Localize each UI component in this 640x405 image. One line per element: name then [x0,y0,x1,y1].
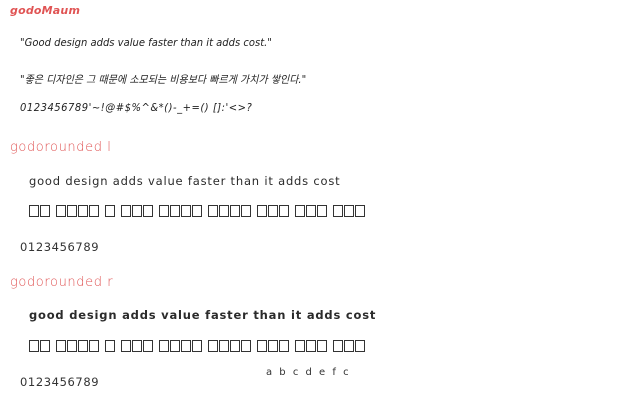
missing-glyph-box [143,205,153,217]
sample-korean-l [29,205,365,217]
missing-glyph-word [333,205,365,217]
missing-glyph-word [159,205,202,217]
missing-glyph-word [29,205,50,217]
missing-glyph-box [306,340,316,352]
missing-glyph-box [208,340,218,352]
font-title-godorounded-l: godorounded l [10,140,112,155]
missing-glyph-box [306,205,316,217]
missing-glyph-word [105,205,115,217]
sample-letters-r: a b c d e f c [266,367,351,378]
missing-glyph-box [333,205,343,217]
missing-glyph-word [56,205,99,217]
missing-glyph-word [257,205,289,217]
sample-english-r: good design adds value faster than it ad… [29,308,377,322]
sample-symbols: 0123456789'~!@#$%^&*()-_+=() []:'<>? [20,102,253,115]
missing-glyph-word [333,340,365,352]
missing-glyph-box [67,205,77,217]
missing-glyph-box [56,340,66,352]
sample-korean-quote: "좋은 디자인은 그 때문에 소모되는 비용보다 빠르게 가치가 쌓인다." [20,74,307,87]
missing-glyph-box [181,205,191,217]
missing-glyph-box [355,340,365,352]
missing-glyph-box [170,340,180,352]
missing-glyph-box [208,205,218,217]
missing-glyph-box [40,205,50,217]
missing-glyph-box [344,340,354,352]
font-title-godomaum: godoMaum [10,4,81,17]
missing-glyph-box [295,340,305,352]
sample-digits-r: 0123456789 [20,375,100,389]
missing-glyph-box [121,340,131,352]
missing-glyph-box [192,205,202,217]
sample-korean-r [29,340,365,352]
missing-glyph-box [56,205,66,217]
missing-glyph-box [121,205,131,217]
missing-glyph-box [78,340,88,352]
missing-glyph-box [279,340,289,352]
missing-glyph-box [159,205,169,217]
missing-glyph-box [105,340,115,352]
font-title-godorounded-r: godorounded r [10,275,114,290]
sample-english-l: good design adds value faster than it ad… [29,174,341,188]
missing-glyph-word [208,340,251,352]
missing-glyph-word [208,205,251,217]
missing-glyph-box [29,205,39,217]
missing-glyph-box [230,340,240,352]
missing-glyph-box [317,205,327,217]
missing-glyph-box [40,340,50,352]
missing-glyph-word [121,340,153,352]
missing-glyph-box [241,205,251,217]
missing-glyph-word [159,340,202,352]
missing-glyph-box [344,205,354,217]
missing-glyph-box [143,340,153,352]
missing-glyph-box [279,205,289,217]
missing-glyph-box [105,205,115,217]
missing-glyph-box [78,205,88,217]
sample-english-quote: "Good design adds value faster than it a… [20,37,272,50]
missing-glyph-box [219,205,229,217]
missing-glyph-box [181,340,191,352]
missing-glyph-box [295,205,305,217]
missing-glyph-box [67,340,77,352]
missing-glyph-box [159,340,169,352]
missing-glyph-box [132,205,142,217]
missing-glyph-box [219,340,229,352]
missing-glyph-box [241,340,251,352]
missing-glyph-word [295,205,327,217]
missing-glyph-word [105,340,115,352]
missing-glyph-box [268,340,278,352]
missing-glyph-box [257,340,267,352]
missing-glyph-box [268,205,278,217]
missing-glyph-box [355,205,365,217]
missing-glyph-box [170,205,180,217]
missing-glyph-word [295,340,327,352]
missing-glyph-box [230,205,240,217]
missing-glyph-box [89,340,99,352]
missing-glyph-box [89,205,99,217]
missing-glyph-word [257,340,289,352]
missing-glyph-word [56,340,99,352]
missing-glyph-box [132,340,142,352]
missing-glyph-box [192,340,202,352]
sample-digits-l: 0123456789 [20,240,100,254]
missing-glyph-word [121,205,153,217]
missing-glyph-box [29,340,39,352]
missing-glyph-box [333,340,343,352]
missing-glyph-box [317,340,327,352]
missing-glyph-box [257,205,267,217]
missing-glyph-word [29,340,50,352]
